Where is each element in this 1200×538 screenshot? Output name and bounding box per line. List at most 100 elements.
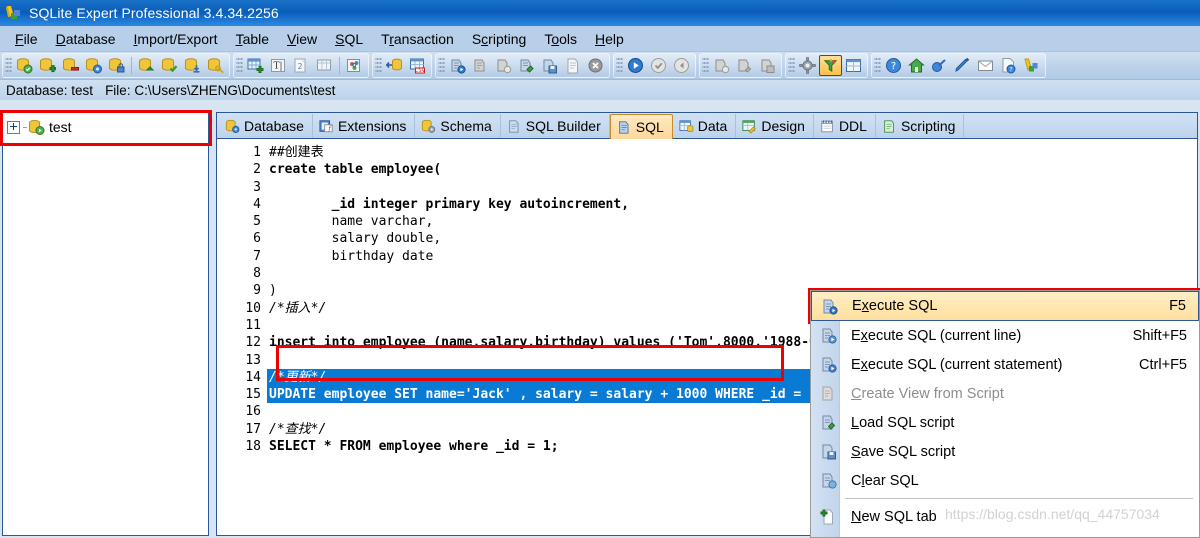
rollback-transaction-button[interactable]	[670, 55, 693, 76]
database-encryption-button[interactable]	[105, 55, 128, 76]
tab-ddl[interactable]: DDL	[814, 114, 876, 138]
help-button[interactable]: ?	[882, 55, 905, 76]
stop-sql-button[interactable]	[469, 55, 492, 76]
menu-item-label: Save SQL script	[851, 443, 956, 460]
toolbar-grip[interactable]	[375, 57, 382, 74]
load-sql-script-button[interactable]	[515, 55, 538, 76]
tab-data[interactable]: Data	[673, 114, 737, 138]
new-database-button[interactable]	[13, 55, 36, 76]
toolbar-grip[interactable]	[874, 57, 881, 74]
tab-label: Data	[697, 118, 728, 134]
database-properties-button[interactable]	[82, 55, 105, 76]
tab-scripting[interactable]: Scripting	[876, 114, 965, 138]
menu-item-label: Execute SQL (current statement)	[851, 356, 1063, 373]
home-button[interactable]	[905, 55, 928, 76]
menu-item-shortcut: Shift+F5	[1132, 327, 1187, 344]
menu-item-execute-sql-current-line[interactable]: Execute SQL (current line) Shift+F5	[811, 321, 1199, 350]
verify-database-button[interactable]	[158, 55, 181, 76]
export-csv-button[interactable]: CSV	[406, 55, 429, 76]
tab-database[interactable]: Database	[219, 114, 313, 138]
menu-import-export[interactable]: Import/Export	[125, 29, 227, 49]
debug-script-button[interactable]	[733, 55, 756, 76]
execute-line-button[interactable]	[492, 55, 515, 76]
sqlite-logo-button[interactable]	[1020, 55, 1043, 76]
tree-item-test[interactable]: test	[3, 117, 208, 137]
import-data-button[interactable]	[383, 55, 406, 76]
menu-item-execute-sql-current-statement[interactable]: Execute SQL (current statement) Ctrl+F5	[811, 350, 1199, 379]
tab-sql[interactable]: SQL	[609, 114, 673, 139]
menu-file[interactable]: File	[6, 29, 47, 49]
grid-layout-button[interactable]	[842, 55, 865, 76]
filter-funnel-button[interactable]	[819, 55, 842, 76]
toolbar-grip[interactable]	[702, 57, 709, 74]
clear-sql-button[interactable]	[584, 55, 607, 76]
menu-separator	[845, 498, 1193, 499]
menu-table[interactable]: Table	[227, 29, 278, 49]
line-text: salary double,	[269, 231, 442, 247]
rename-table-button[interactable]: T|	[267, 55, 290, 76]
svg-text:T|: T|	[273, 62, 282, 72]
compact-database-button[interactable]	[181, 55, 204, 76]
toolbar-grip[interactable]	[438, 57, 445, 74]
options-gear-button[interactable]	[796, 55, 819, 76]
add-database-button[interactable]	[36, 55, 59, 76]
line-number: 17	[245, 421, 261, 437]
tab-label: Extensions	[337, 118, 407, 134]
menu-item-clear-sql[interactable]: Clear SQL	[811, 466, 1199, 495]
toolbar-grip[interactable]	[5, 57, 12, 74]
menu-scripting[interactable]: Scripting	[463, 29, 535, 49]
line-number: 4	[253, 196, 261, 212]
new-table-button[interactable]	[244, 55, 267, 76]
database-key-button[interactable]	[204, 55, 227, 76]
menu-item-label: Execute SQL	[852, 298, 938, 314]
toolbar-grip[interactable]	[616, 57, 623, 74]
run-script-button[interactable]	[710, 55, 733, 76]
menu-database[interactable]: Database	[47, 29, 125, 49]
expand-icon[interactable]	[7, 120, 20, 134]
line-number: 7	[253, 248, 261, 264]
application-window: SQLite Expert Professional 3.4.34.2256 F…	[0, 0, 1200, 538]
menu-item-save-sql-script[interactable]: Save SQL script	[811, 437, 1199, 466]
about-button[interactable]: ?	[997, 55, 1020, 76]
duplicate-table-button[interactable]: 2	[290, 55, 313, 76]
tab-design[interactable]: Design	[736, 114, 814, 138]
menu-help[interactable]: Help	[586, 29, 633, 49]
tab-extensions[interactable]: f Extensions	[313, 114, 416, 138]
table-data-button[interactable]	[313, 55, 336, 76]
begin-transaction-button[interactable]	[624, 55, 647, 76]
register-button[interactable]	[951, 55, 974, 76]
tab-label: Design	[761, 118, 805, 134]
mail-button[interactable]	[974, 55, 997, 76]
toolbar-grip[interactable]	[236, 57, 243, 74]
remove-database-button[interactable]	[59, 55, 82, 76]
menu-bar: File Database Import/Export Table View S…	[0, 26, 1200, 52]
svg-text:?: ?	[1009, 66, 1012, 73]
database-tree-panel[interactable]: test	[2, 110, 209, 536]
line-number: 16	[245, 404, 261, 420]
tab-label: SQL Builder	[525, 118, 601, 134]
commit-transaction-button[interactable]	[647, 55, 670, 76]
save-sql-script-button[interactable]	[538, 55, 561, 76]
menu-item-close-sql-tab[interactable]: Close SQL tab	[811, 531, 1199, 537]
line-number: 2	[253, 162, 261, 178]
import-wizard-button[interactable]	[343, 55, 366, 76]
menu-item-execute-sql[interactable]: Execute SQL F5	[811, 291, 1199, 321]
support-button[interactable]	[928, 55, 951, 76]
menu-tools[interactable]: Tools	[535, 29, 586, 49]
tab-schema[interactable]: Schema	[415, 114, 501, 138]
watermark-text: https://blog.csdn.net/qq_44757034	[945, 506, 1160, 522]
line-number: 10	[245, 300, 261, 316]
new-sql-tab-button[interactable]	[561, 55, 584, 76]
menu-transaction[interactable]: Transaction	[372, 29, 463, 49]
save-script-button[interactable]	[756, 55, 779, 76]
sql-context-menu[interactable]: Execute SQL F5 Execute SQL (current line…	[810, 290, 1200, 538]
menu-view[interactable]: View	[278, 29, 326, 49]
refresh-database-button[interactable]	[135, 55, 158, 76]
menu-item-load-sql-script[interactable]: Load SQL script	[811, 408, 1199, 437]
menu-sql[interactable]: SQL	[326, 29, 372, 49]
toolbar-grip[interactable]	[788, 57, 795, 74]
tree-connector	[23, 126, 27, 128]
execute-sql-button[interactable]	[446, 55, 469, 76]
editor-tab-bar: Database f Extensions Schema SQL Builder…	[217, 113, 1197, 139]
tab-sql-builder[interactable]: SQL Builder	[501, 114, 610, 138]
